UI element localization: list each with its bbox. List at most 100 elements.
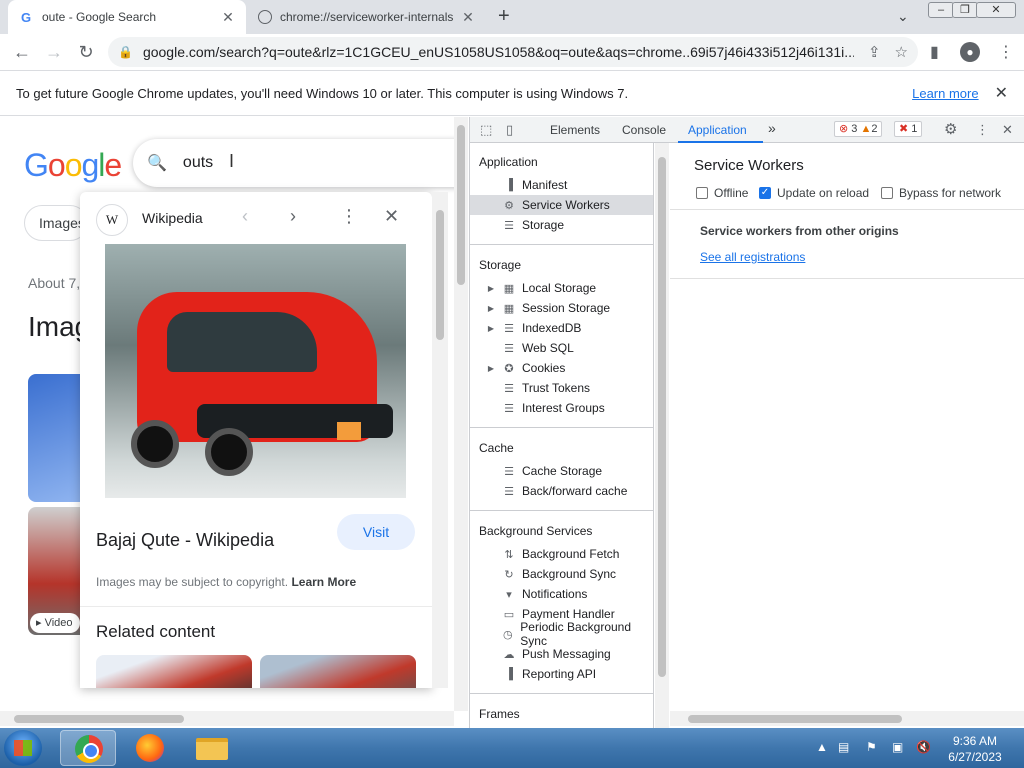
close-window-button[interactable]: ✕ — [976, 2, 1016, 18]
sidebar-item-reporting-api[interactable]: ▐ Reporting API — [470, 664, 653, 684]
google-logo[interactable]: Google — [24, 147, 122, 184]
pane-horizontal-scrollbar[interactable] — [670, 711, 1024, 726]
tab-google-search[interactable]: G oute - Google Search ✕ — [8, 0, 246, 34]
new-tab-button[interactable]: + — [498, 6, 510, 26]
offline-checkbox[interactable]: Offline — [696, 186, 748, 200]
pane-title: Service Workers — [694, 157, 804, 174]
sidebar-item-background-fetch[interactable]: ⇅ Background Fetch — [470, 544, 653, 564]
taskbar-explorer[interactable] — [184, 730, 240, 766]
show-hidden-icons-icon[interactable]: ▲ — [816, 740, 828, 754]
database-icon: ☰ — [504, 342, 514, 355]
more-tabs-icon[interactable]: » — [768, 120, 776, 136]
file-icon: ▐ — [505, 179, 513, 191]
inspect-element-icon[interactable]: ⬚ — [480, 122, 492, 138]
sidebar-item-local-storage[interactable]: ▶ ▦ Local Storage — [470, 278, 653, 298]
images-filter-chip[interactable]: Images — [24, 205, 88, 241]
update-on-reload-checkbox[interactable]: ✓ Update on reload — [759, 186, 869, 200]
back-arrow-icon[interactable]: ← — [6, 42, 38, 63]
section-storage: Storage — [479, 258, 522, 272]
sidebar-item-web-sql[interactable]: ☰ Web SQL — [470, 338, 653, 358]
sidebar-item-interest-groups[interactable]: ☰ Interest Groups — [470, 398, 653, 418]
network-tray-icon[interactable]: ▤ — [838, 740, 849, 754]
taskbar-chrome[interactable] — [60, 730, 116, 766]
credit-card-icon: ▭ — [503, 608, 515, 621]
clock-date: 6/27/2023 — [948, 750, 1002, 764]
tab-serviceworker-internals[interactable]: chrome://serviceworker-internals ✕ — [248, 0, 486, 34]
side-panel-icon[interactable]: ▮ — [930, 42, 939, 62]
preview-image[interactable] — [105, 244, 406, 498]
forward-arrow-icon[interactable]: → — [38, 42, 70, 63]
learn-more-link[interactable]: Learn more — [912, 86, 978, 101]
devtools-panel: ⬚ ▯ Elements Console Application » ⊗ 3 ▲… — [469, 117, 1024, 728]
sidebar-item-push-messaging[interactable]: ☁ Push Messaging — [470, 644, 653, 664]
devtools-menu-icon[interactable]: ⋮ — [976, 122, 989, 138]
visit-button[interactable]: Visit — [337, 514, 415, 550]
copyright-learn-more-link[interactable]: Learn More — [291, 575, 356, 589]
previous-chevron-icon[interactable]: ‹ — [242, 206, 248, 227]
sync-icon: ↻ — [504, 568, 514, 581]
search-box[interactable]: 🔍 I — [133, 139, 468, 187]
related-thumbnail[interactable] — [260, 655, 416, 688]
issues-badge[interactable]: ✖ 1 — [894, 121, 923, 137]
kebab-menu-icon[interactable]: ⋮ — [998, 42, 1014, 62]
profile-avatar-icon[interactable]: ● — [960, 42, 980, 62]
source-name[interactable]: Wikipedia — [142, 210, 203, 226]
sidebar-item-cache-storage[interactable]: ☰ Cache Storage — [470, 461, 653, 481]
sidebar-item-session-storage[interactable]: ▶ ▦ Session Storage — [470, 298, 653, 318]
cloud-icon: ☁ — [503, 648, 515, 661]
sidebar-item-manifest[interactable]: ▐ Manifest — [470, 175, 653, 195]
lock-icon[interactable]: 🔒 — [118, 45, 133, 59]
database-icon: ☰ — [504, 465, 514, 478]
close-tab-icon[interactable]: ✕ — [220, 9, 236, 26]
close-tab-icon[interactable]: ✕ — [460, 9, 476, 26]
bypass-for-network-checkbox[interactable]: Bypass for network — [881, 186, 1001, 200]
address-bar[interactable]: 🔒 google.com/search?q=oute&rlz=1C1GCEU_e… — [108, 37, 918, 67]
page-horizontal-scrollbar[interactable] — [0, 711, 454, 726]
sidebar-item-indexeddb[interactable]: ▶ ☰ IndexedDB — [470, 318, 653, 338]
chrome-icon — [75, 735, 103, 763]
sidebar-item-periodic-background-sync[interactable]: ◷ Periodic Background Sync — [470, 620, 653, 648]
folder-icon — [196, 738, 228, 760]
sidebar-item-back-forward-cache[interactable]: ☰ Back/forward cache — [470, 481, 653, 501]
display-tray-icon[interactable]: ▣ — [892, 740, 903, 754]
bookmark-star-icon[interactable]: ☆ — [895, 43, 908, 61]
more-options-icon[interactable]: ⋮ — [340, 206, 358, 227]
grid-icon: ▦ — [503, 282, 515, 295]
other-origins-heading: Service workers from other origins — [700, 224, 899, 238]
system-clock[interactable]: 9:36 AM 6/27/2023 — [940, 733, 1010, 765]
close-infobar-icon[interactable]: ✕ — [995, 83, 1008, 103]
close-devtools-icon[interactable]: ✕ — [1002, 122, 1013, 138]
settings-gear-icon[interactable]: ⚙ — [944, 120, 957, 138]
start-button[interactable] — [4, 730, 42, 766]
restore-button[interactable]: ❐ — [952, 2, 978, 18]
tab-elements[interactable]: Elements — [550, 123, 600, 137]
tab-search-chevron-icon[interactable]: ⌄ — [897, 8, 909, 25]
sidebar-item-background-sync[interactable]: ↻ Background Sync — [470, 564, 653, 584]
action-center-flag-icon[interactable]: ⚑ — [866, 740, 877, 754]
close-preview-icon[interactable]: ✕ — [384, 206, 399, 227]
sidebar-item-service-workers[interactable]: ⚙ Service Workers — [470, 195, 653, 215]
taskbar-firefox[interactable] — [122, 730, 178, 766]
page-vertical-scrollbar[interactable] — [454, 117, 468, 711]
preview-scrollbar[interactable] — [432, 192, 448, 688]
preview-title[interactable]: Bajaj Qute - Wikipedia — [96, 530, 274, 551]
sidebar-scrollbar[interactable] — [655, 143, 669, 728]
reload-icon[interactable]: ↻ — [70, 42, 102, 63]
tab-application[interactable]: Application — [688, 123, 747, 137]
sidebar-item-cookies[interactable]: ▶ ✪ Cookies — [470, 358, 653, 378]
sidebar-item-trust-tokens[interactable]: ☰ Trust Tokens — [470, 378, 653, 398]
sidebar-item-notifications[interactable]: ▾ Notifications — [470, 584, 653, 604]
related-thumbnail[interactable] — [96, 655, 252, 688]
volume-muted-icon[interactable]: 🔇 — [916, 740, 931, 754]
next-chevron-icon[interactable]: › — [290, 206, 296, 227]
sidebar-item-storage[interactable]: ☰ Storage — [470, 215, 653, 235]
address-url[interactable]: google.com/search?q=oute&rlz=1C1GCEU_enU… — [143, 44, 854, 60]
error-count-badge[interactable]: ⊗ 3 ▲2 — [834, 121, 883, 137]
minimize-button[interactable]: – — [928, 2, 954, 18]
search-input[interactable] — [182, 154, 383, 172]
image-thumbnail[interactable] — [28, 374, 82, 502]
tab-console[interactable]: Console — [622, 123, 666, 137]
share-icon[interactable]: ⇪ — [868, 43, 881, 61]
see-all-registrations-link[interactable]: See all registrations — [700, 250, 805, 264]
device-toolbar-icon[interactable]: ▯ — [506, 122, 513, 138]
